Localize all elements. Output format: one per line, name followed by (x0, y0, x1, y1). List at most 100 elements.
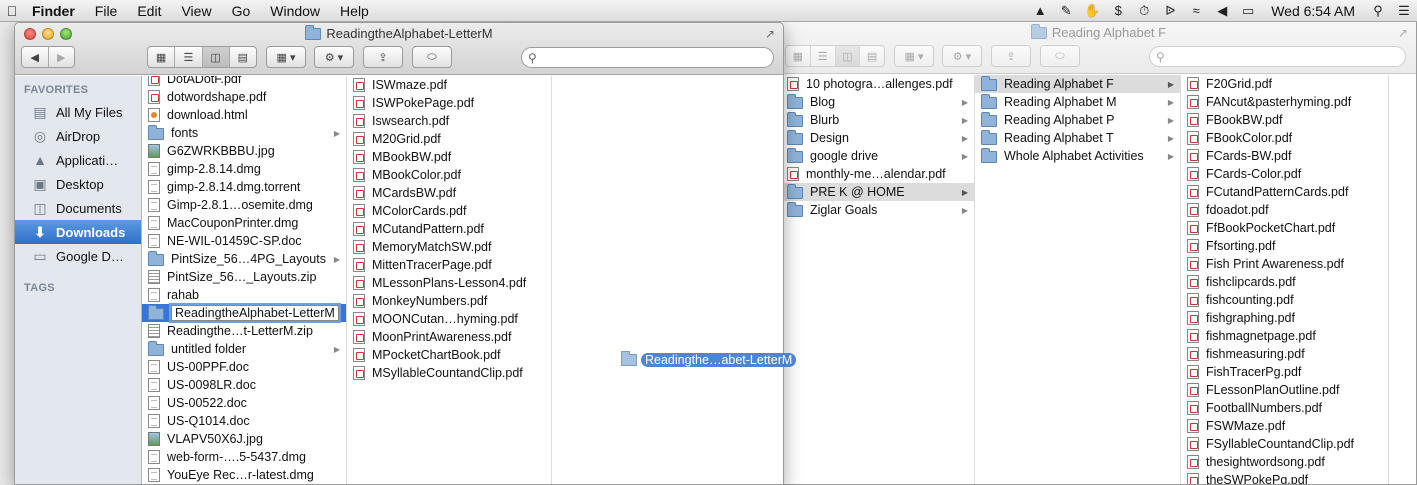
sidebar-item-downloads[interactable]: ⬇ Downloads (15, 220, 141, 244)
file-row[interactable]: FCutandPatternCards.pdf (1181, 183, 1388, 201)
file-row[interactable]: MCutandPattern.pdf (347, 220, 551, 238)
file-row[interactable]: Reading Alphabet M ▶ (975, 93, 1180, 111)
coverflow-view-button[interactable]: ▤ (230, 47, 256, 67)
file-row[interactable]: MBookColor.pdf (347, 166, 551, 184)
action-button[interactable]: ⚙ ▾ (314, 46, 354, 68)
search-field[interactable]: ⚲ (1149, 46, 1406, 67)
view-mode-control[interactable]: ▦ ☰ ◫ ▤ (785, 45, 885, 67)
menu-edit[interactable]: Edit (127, 3, 171, 19)
file-row[interactable]: MoonPrintAwareness.pdf (347, 328, 551, 346)
file-row[interactable]: PRE K @ HOME ▶ (781, 183, 974, 201)
file-row[interactable]: FBookColor.pdf (1181, 129, 1388, 147)
file-row[interactable]: theSWPokePg.pdf (1181, 471, 1388, 484)
file-row[interactable]: ISWPokePage.pdf (347, 94, 551, 112)
file-row[interactable]: YouEye Rec…r-latest.dmg (142, 466, 346, 484)
list-view-button[interactable]: ☰ (811, 46, 836, 66)
column-back-2[interactable]: Reading Alphabet F ▶ Reading Alphabet M ▶ Re… (975, 75, 1181, 484)
file-row[interactable]: fishgraphing.pdf (1181, 309, 1388, 327)
file-row[interactable]: FLessonPlanOutline.pdf (1181, 381, 1388, 399)
file-row[interactable]: Ziglar Goals ▶ (781, 201, 974, 219)
search-icon[interactable]: ⚲ (1365, 3, 1391, 19)
bluetooth-icon[interactable]: ᐉ (1157, 3, 1183, 19)
file-row[interactable]: fishmagnetpage.pdf (1181, 327, 1388, 345)
hand-icon[interactable]: ✋ (1079, 3, 1105, 19)
menu-clock[interactable]: Wed 6:54 AM (1261, 3, 1365, 19)
file-row[interactable]: MittenTracerPage.pdf (347, 256, 551, 274)
file-row[interactable]: MacCouponPrinter.dmg (142, 214, 346, 232)
arrange-button[interactable]: ▦ ▾ (266, 46, 306, 68)
search-input[interactable] (1168, 49, 1368, 64)
file-row[interactable]: MOONCutan…hyming.pdf (347, 310, 551, 328)
file-row[interactable]: MPocketChartBook.pdf (347, 346, 551, 364)
tags-button[interactable]: ⬭ (1040, 45, 1080, 67)
file-row[interactable]: US-0098LR.doc (142, 376, 346, 394)
file-row[interactable]: Iswsearch.pdf (347, 112, 551, 130)
column-view-button[interactable]: ◫ (835, 46, 861, 66)
file-row[interactable]: MLessonPlans-Lesson4.pdf (347, 274, 551, 292)
file-row[interactable]: web-form-….5-5437.dmg (142, 448, 346, 466)
nav-back-forward[interactable]: ◀ ▶ (21, 46, 75, 68)
menu-file[interactable]: File (85, 3, 128, 19)
file-row[interactable]: FfBookPocketChart.pdf (1181, 219, 1388, 237)
column-front-3[interactable] (552, 76, 783, 484)
file-row[interactable]: fishcounting.pdf (1181, 291, 1388, 309)
file-row[interactable]: PintSize_56…_Layouts.zip (142, 268, 346, 286)
file-row[interactable]: google drive ▶ (781, 147, 974, 165)
battery-icon[interactable]: ▭ (1235, 3, 1261, 19)
file-row[interactable]: rahab (142, 286, 346, 304)
file-row[interactable]: PintSize_56…4PG_Layouts ▶ (142, 250, 346, 268)
search-field[interactable]: ⚲ (521, 47, 774, 68)
tags-button[interactable]: ⬭ (412, 46, 452, 68)
file-row[interactable]: MBookBW.pdf (347, 148, 551, 166)
file-row[interactable]: FCards-BW.pdf (1181, 147, 1388, 165)
evernote-icon[interactable]: ✎ (1053, 3, 1079, 19)
sidebar-item-desktop[interactable]: ▣ Desktop (15, 172, 141, 196)
file-row[interactable]: MSyllableCountandClip.pdf (347, 364, 551, 382)
column-front-1[interactable]: DotADotF.pdf dotwordshape.pdf download.htm… (142, 76, 347, 484)
file-row[interactable]: FCards-Color.pdf (1181, 165, 1388, 183)
forward-button[interactable]: ▶ (49, 47, 75, 67)
menu-go[interactable]: Go (222, 3, 261, 19)
file-row[interactable]: MColorCards.pdf (347, 202, 551, 220)
file-row[interactable]: MonkeyNumbers.pdf (347, 292, 551, 310)
column-view-button[interactable]: ◫ (202, 47, 230, 67)
file-row[interactable]: fonts ▶ (142, 124, 346, 142)
file-row[interactable]: US-Q1014.doc (142, 412, 346, 430)
fullscreen-icon[interactable]: ↗ (1398, 26, 1408, 40)
file-row[interactable]: thesightwordsong.pdf (1181, 453, 1388, 471)
search-input[interactable] (540, 50, 737, 65)
sidebar-item-google-drive[interactable]: ▭ Google D… (15, 244, 141, 268)
file-row[interactable]: US-00522.doc (142, 394, 346, 412)
list-icon[interactable]: ☰ (1391, 3, 1417, 19)
sidebar-item-all-my-files[interactable]: ▤ All My Files (15, 100, 141, 124)
google-drive-icon[interactable]: ▲ (1027, 3, 1053, 18)
icon-view-button[interactable]: ▦ (148, 47, 176, 67)
file-row[interactable]: F20Grid.pdf (1181, 75, 1388, 93)
file-row[interactable]: Design ▶ (781, 129, 974, 147)
list-view-button[interactable]: ☰ (175, 47, 203, 67)
file-row[interactable]: Fish Print Awareness.pdf (1181, 255, 1388, 273)
file-row[interactable]: monthly-me…alendar.pdf (781, 165, 974, 183)
menu-finder[interactable]: Finder (22, 3, 85, 19)
column-front-2[interactable]: ISWmaze.pdf ISWPokePage.pdf Iswsearch.pdf M… (347, 76, 552, 484)
arrange-button[interactable]: ▦ ▾ (894, 45, 934, 67)
file-row[interactable]: download.html (142, 106, 346, 124)
sidebar-item-documents[interactable]: ◫ Documents (15, 196, 141, 220)
file-row[interactable]: DotADotF.pdf (142, 76, 346, 88)
wifi-icon[interactable]: ≈ (1183, 3, 1209, 18)
file-row[interactable]: gimp-2.8.14.dmg (142, 160, 346, 178)
rename-field[interactable]: ReadingtheAlphabet-LetterM (171, 305, 339, 321)
file-row[interactable]: FANcut&pasterhyming.pdf (1181, 93, 1388, 111)
share-button[interactable]: ⇪ (363, 46, 403, 68)
volume-icon[interactable]: ◀ (1209, 3, 1235, 19)
column-back-1[interactable]: 10 photogra…allenges.pdf Blog ▶ Blurb ▶ Desig… (781, 75, 975, 484)
file-row[interactable]: Blog ▶ (781, 93, 974, 111)
file-row[interactable]: Ffsorting.pdf (1181, 237, 1388, 255)
menu-view[interactable]: View (171, 3, 221, 19)
coverflow-view-button[interactable]: ▤ (860, 46, 884, 66)
file-row[interactable]: Whole Alphabet Activities ▶ (975, 147, 1180, 165)
dollar-icon[interactable]: $ (1105, 3, 1131, 18)
time-machine-icon[interactable]: ⏱ (1131, 3, 1157, 19)
file-row[interactable]: MCardsBW.pdf (347, 184, 551, 202)
view-mode-control[interactable]: ▦ ☰ ◫ ▤ (147, 46, 257, 68)
